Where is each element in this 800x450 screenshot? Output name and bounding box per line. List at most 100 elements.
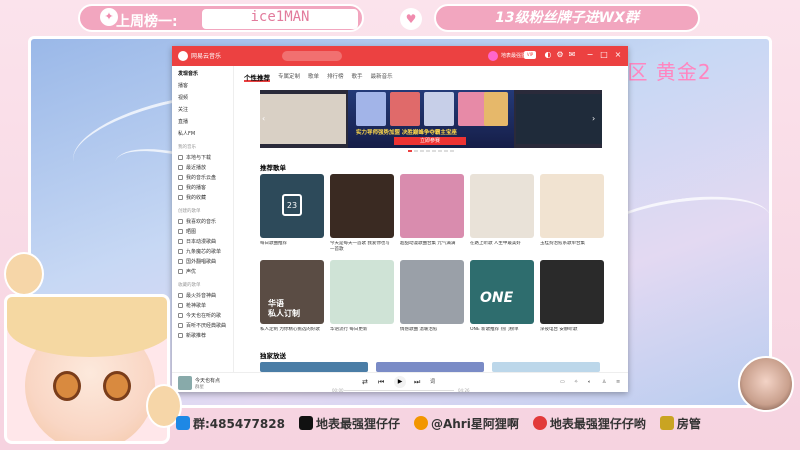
playlist-cover[interactable] [470, 174, 534, 238]
volume-icon[interactable]: 🔈︎ [588, 379, 591, 385]
exclusive-card[interactable] [492, 362, 600, 372]
playlist-card[interactable]: 华语流行 每日更新 [330, 260, 394, 339]
now-playing-artist[interactable]: 群星 [195, 384, 204, 390]
playlist-cover[interactable] [330, 260, 394, 324]
sidebar-item-my-podcast[interactable]: 我的播客 [186, 184, 206, 191]
playlist-title[interactable]: 在路上听歌 人生中最美好 [470, 241, 534, 253]
sidebar-item-playlist[interactable]: 新歌推荐 [186, 332, 206, 339]
maximize-icon[interactable]: □ [600, 51, 608, 59]
sidebar-item-recent[interactable]: 最近播放 [186, 164, 206, 171]
tab-personal-recommend[interactable]: 个性推荐 [244, 72, 270, 82]
sidebar-item-playlist[interactable]: 百听不厌经典歌曲 [186, 322, 226, 329]
sidebar-item-playlist[interactable]: 日本动漫歌曲 [186, 238, 216, 245]
tab-custom[interactable]: 专属定制 [278, 72, 300, 82]
play-button[interactable]: ▶ [394, 376, 406, 388]
banner-carousel[interactable]: 实力导师强势加盟 决胜巅峰争夺霸主宝座 立即参赛 ‹ › [260, 90, 602, 148]
sidebar-item-cloud[interactable]: 我的音乐云盘 [186, 174, 216, 181]
playlist-title[interactable]: 玉桂狗治愈系歌单合集 [540, 241, 604, 253]
sidebar-item-follow[interactable]: 关注 [178, 106, 188, 113]
playlist-card[interactable]: 玉桂狗治愈系歌单合集 [540, 174, 604, 253]
sidebar: 发现音乐 播客 视频 关注 直播 私人FM 我的音乐 本地与下载 最近播放 我的… [172, 66, 234, 372]
previous-icon[interactable]: ⏮ [378, 378, 384, 386]
now-playing-title[interactable]: 今天也有点 [195, 377, 220, 384]
playlist-card[interactable]: 23 每日歌曲推荐 [260, 174, 324, 253]
sidebar-item-playlist[interactable]: 九条魔芯的歌单 [186, 248, 221, 255]
sidebar-item-collection[interactable]: 我的收藏 [186, 194, 206, 201]
lyrics-icon[interactable]: 词 [430, 378, 435, 386]
playlist-card[interactable]: 今天是每天一首歌 我爱你也写一首歌 [330, 174, 394, 253]
tab-playlists[interactable]: 歌单 [308, 72, 319, 82]
playlist-title[interactable]: 每日歌曲推荐 [260, 241, 324, 253]
gear-icon[interactable]: ⚙ [556, 51, 564, 59]
people-icon[interactable]: ♙ [602, 379, 606, 385]
sidebar-group-collected: 收藏的歌单 [178, 283, 201, 288]
playlist-card[interactable]: 在路上听歌 人生中最美好 [470, 174, 534, 253]
sidebar-item-playlist[interactable]: 最火抖音神曲 [186, 292, 216, 299]
playlist-card[interactable]: ONE ONE 新歌推荐 热门榜单 [470, 260, 534, 339]
avatar[interactable] [488, 51, 498, 61]
playlist-title[interactable]: ONE 新歌推荐 热门榜单 [470, 327, 534, 339]
music-app-window: 网易云音乐 地表最强狸仔仔 VIP ◐ ⚙ ✉ − □ × 发现音乐 播客 视频… [172, 46, 628, 393]
skin-icon[interactable]: ◐ [544, 51, 552, 59]
playlist-queue-icon[interactable]: ≡ [616, 379, 620, 385]
playlist-title[interactable]: 华语流行 每日更新 [330, 327, 394, 339]
mail-icon[interactable]: ✉ [568, 51, 576, 59]
minimize-icon[interactable]: − [586, 51, 594, 59]
banner-side-image[interactable] [516, 94, 602, 144]
tab-charts[interactable]: 排行榜 [327, 72, 344, 82]
album-art[interactable] [178, 376, 192, 390]
sidebar-item-playlist[interactable]: 声优 [186, 268, 196, 275]
tab-new-music[interactable]: 最新音乐 [371, 72, 393, 82]
sidebar-item-playlist[interactable]: 国外翻唱歌曲 [186, 258, 216, 265]
playlist-title[interactable]: 私人定制 为你精心挑选的好歌 [260, 327, 324, 339]
section-title-recommend[interactable]: 推荐歌单 [260, 162, 286, 172]
radio-icon [178, 185, 183, 190]
progress-bar[interactable] [344, 390, 454, 391]
sidebar-item-discover[interactable]: 发现音乐 [178, 70, 198, 77]
playlist-title[interactable]: 超甜动漫歌曲合集 元气满满 [400, 241, 464, 253]
playlist-cover[interactable] [400, 174, 464, 238]
titlebar: 网易云音乐 地表最强狸仔仔 VIP ◐ ⚙ ✉ − □ × [172, 46, 628, 66]
playlist-cover[interactable] [330, 174, 394, 238]
sidebar-item-playlist[interactable]: 枪神歌单 [186, 302, 206, 309]
chevron-left-icon[interactable]: ‹ [262, 114, 270, 124]
playlist-title[interactable]: 情感歌曲 温暖治愈 [400, 327, 464, 339]
playlist-title[interactable]: 今天是每天一首歌 我爱你也写一首歌 [330, 241, 394, 253]
playlist-cover[interactable]: 23 [260, 174, 324, 238]
vip-badge[interactable]: VIP [524, 51, 536, 59]
clock-icon [178, 165, 183, 170]
section-title-exclusive[interactable]: 独家放送 [260, 350, 286, 360]
search-input[interactable] [282, 51, 342, 61]
sidebar-item-live[interactable]: 直播 [178, 118, 188, 125]
effects-icon[interactable]: ✧ [574, 379, 578, 385]
playlist-card[interactable]: 华语 私人订制 私人定制 为你精心挑选的好歌 [260, 260, 324, 339]
sidebar-group-created: 创建的歌单 [178, 209, 201, 214]
sidebar-item-fm[interactable]: 私人FM [178, 130, 195, 137]
banner-main-image[interactable]: 实力导师强势加盟 决胜巅峰争夺霸主宝座 立即参赛 [348, 90, 514, 148]
exclusive-card[interactable] [260, 362, 368, 372]
playlist-card[interactable]: 超甜动漫歌曲合集 元气满满 [400, 174, 464, 253]
playlist-cover[interactable] [540, 260, 604, 324]
sidebar-item-playlist[interactable]: 晒图 [186, 228, 196, 235]
exclusive-card[interactable] [376, 362, 484, 372]
playlist-cover[interactable] [540, 174, 604, 238]
sidebar-item-local[interactable]: 本地与下载 [186, 154, 211, 161]
playlist-title[interactable]: 深夜电台 安静听歌 [540, 327, 604, 339]
shuffle-icon[interactable]: ⇄ [362, 378, 368, 386]
sidebar-item-podcast[interactable]: 播客 [178, 82, 188, 89]
tab-artists[interactable]: 歌手 [352, 72, 363, 82]
sidebar-item-playlist[interactable]: 今天也在听的歌 [186, 312, 221, 319]
banner-side-image[interactable] [260, 94, 346, 144]
chevron-right-icon[interactable]: › [592, 114, 600, 124]
sidebar-item-video[interactable]: 视频 [178, 94, 188, 101]
sound-quality-icon[interactable]: ▭ [560, 379, 565, 385]
playlist-card[interactable]: 情感歌曲 温暖治愈 [400, 260, 464, 339]
playlist-cover[interactable] [400, 260, 464, 324]
playlist-cover[interactable]: ONE [470, 260, 534, 324]
next-icon[interactable]: ⏭ [414, 378, 420, 386]
sidebar-item-liked[interactable]: 我喜欢的音乐 [186, 218, 216, 225]
playlist-cover[interactable]: 华语 私人订制 [260, 260, 324, 324]
banner-join-button[interactable]: 立即参赛 [394, 137, 466, 145]
close-icon[interactable]: × [614, 51, 622, 59]
playlist-card[interactable]: 深夜电台 安静听歌 [540, 260, 604, 339]
